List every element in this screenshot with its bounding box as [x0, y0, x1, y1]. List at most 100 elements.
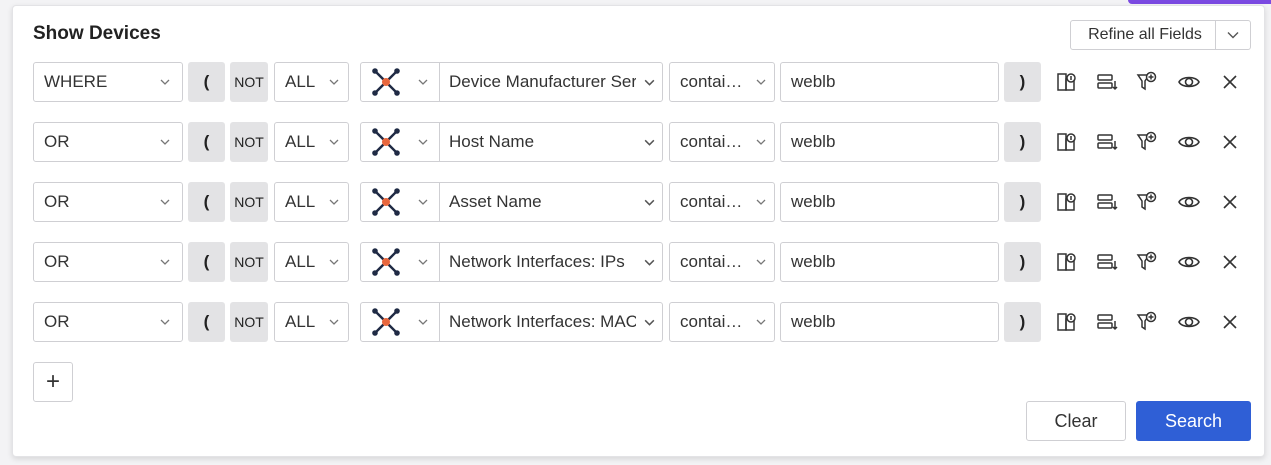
move-rows-icon[interactable]	[1095, 130, 1119, 154]
field-select[interactable]: Network Interfaces: IPs	[440, 243, 662, 281]
logic-operator-select[interactable]: OR	[33, 242, 183, 282]
field-compare-icon[interactable]	[1055, 70, 1079, 94]
move-rows-icon[interactable]	[1095, 70, 1119, 94]
adapter-connector-icon	[361, 306, 411, 338]
scope-select[interactable]: ALL	[274, 122, 349, 162]
remove-close-icon[interactable]	[1218, 70, 1242, 94]
logic-operator-select[interactable]: OR	[33, 122, 183, 162]
field-select-group: Network Interfaces: MAC	[360, 302, 663, 342]
field-select[interactable]: Network Interfaces: MAC	[440, 303, 662, 341]
operator-value: contai…	[680, 252, 743, 271]
value-text: weblb	[791, 192, 836, 211]
logic-operator-value: OR	[44, 252, 70, 271]
operator-select[interactable]: contai…	[669, 242, 775, 282]
scope-value: ALL	[285, 312, 316, 331]
add-filter-icon[interactable]	[1135, 70, 1159, 94]
not-toggle[interactable]: NOT	[230, 242, 268, 282]
refine-all-fields-dropdown[interactable]: Refine all Fields	[1070, 20, 1251, 50]
value-input[interactable]: weblb	[780, 302, 999, 342]
field-compare-icon[interactable]	[1055, 310, 1079, 334]
remove-close-icon[interactable]	[1218, 190, 1242, 214]
scope-select[interactable]: ALL	[274, 242, 349, 282]
value-input[interactable]: weblb	[780, 122, 999, 162]
logic-operator-select[interactable]: OR	[33, 302, 183, 342]
add-filter-icon[interactable]	[1135, 250, 1159, 274]
field-compare-icon[interactable]	[1055, 130, 1079, 154]
search-button[interactable]: Search	[1136, 401, 1251, 441]
preview-eye-icon[interactable]	[1177, 310, 1201, 334]
chevron-down-icon	[1216, 28, 1250, 42]
chevron-down-icon	[148, 256, 182, 268]
logic-operator-value: WHERE	[44, 72, 108, 91]
logic-operator-select[interactable]: WHERE	[33, 62, 183, 102]
chevron-down-icon	[748, 76, 774, 88]
chevron-down-icon	[320, 76, 348, 88]
open-bracket-toggle[interactable]: (	[188, 242, 225, 282]
filter-row: WHERE ( NOT ALL Device Manufacturer Ser …	[33, 62, 1253, 102]
field-select-group: Host Name	[360, 122, 663, 162]
preview-eye-icon[interactable]	[1177, 190, 1201, 214]
scope-select[interactable]: ALL	[274, 62, 349, 102]
adapter-select[interactable]	[361, 123, 440, 161]
field-select[interactable]: Device Manufacturer Ser	[440, 63, 662, 101]
move-rows-icon[interactable]	[1095, 250, 1119, 274]
clear-button[interactable]: Clear	[1026, 401, 1126, 441]
preview-eye-icon[interactable]	[1177, 70, 1201, 94]
top-accent-bar	[1128, 0, 1271, 4]
remove-close-icon[interactable]	[1218, 130, 1242, 154]
add-filter-icon[interactable]	[1135, 310, 1159, 334]
scope-select[interactable]: ALL	[274, 302, 349, 342]
close-bracket-toggle[interactable]: )	[1004, 62, 1041, 102]
open-bracket-toggle[interactable]: (	[188, 122, 225, 162]
adapter-select[interactable]	[361, 243, 440, 281]
operator-select[interactable]: contai…	[669, 122, 775, 162]
operator-select[interactable]: contai…	[669, 62, 775, 102]
field-value: Network Interfaces: MAC	[449, 312, 636, 331]
value-input[interactable]: weblb	[780, 182, 999, 222]
not-toggle[interactable]: NOT	[230, 122, 268, 162]
close-bracket-toggle[interactable]: )	[1004, 302, 1041, 342]
logic-operator-select[interactable]: OR	[33, 182, 183, 222]
chevron-down-icon	[636, 76, 662, 89]
add-filter-row-button[interactable]: +	[33, 362, 73, 402]
adapter-select[interactable]	[361, 63, 440, 101]
operator-select[interactable]: contai…	[669, 182, 775, 222]
remove-close-icon[interactable]	[1218, 250, 1242, 274]
move-rows-icon[interactable]	[1095, 190, 1119, 214]
field-compare-icon[interactable]	[1055, 250, 1079, 274]
chevron-down-icon	[636, 316, 662, 329]
operator-value: contai…	[680, 72, 743, 91]
adapter-connector-icon	[361, 126, 411, 158]
value-input[interactable]: weblb	[780, 242, 999, 282]
operator-value: contai…	[680, 192, 743, 211]
close-bracket-toggle[interactable]: )	[1004, 182, 1041, 222]
add-filter-icon[interactable]	[1135, 190, 1159, 214]
preview-eye-icon[interactable]	[1177, 250, 1201, 274]
logic-operator-value: OR	[44, 192, 70, 211]
operator-select[interactable]: contai…	[669, 302, 775, 342]
adapter-select[interactable]	[361, 183, 440, 221]
adapter-select[interactable]	[361, 303, 440, 341]
field-select[interactable]: Asset Name	[440, 183, 662, 221]
scope-value: ALL	[285, 252, 316, 271]
chevron-down-icon	[748, 316, 774, 328]
open-bracket-toggle[interactable]: (	[188, 302, 225, 342]
field-select[interactable]: Host Name	[440, 123, 662, 161]
chevron-down-icon	[320, 256, 348, 268]
remove-close-icon[interactable]	[1218, 310, 1242, 334]
field-compare-icon[interactable]	[1055, 190, 1079, 214]
not-toggle[interactable]: NOT	[230, 302, 268, 342]
not-toggle[interactable]: NOT	[230, 182, 268, 222]
not-toggle[interactable]: NOT	[230, 62, 268, 102]
move-rows-icon[interactable]	[1095, 310, 1119, 334]
add-filter-icon[interactable]	[1135, 130, 1159, 154]
close-bracket-toggle[interactable]: )	[1004, 242, 1041, 282]
scope-select[interactable]: ALL	[274, 182, 349, 222]
open-bracket-toggle[interactable]: (	[188, 62, 225, 102]
preview-eye-icon[interactable]	[1177, 130, 1201, 154]
chevron-down-icon	[148, 316, 182, 328]
open-bracket-toggle[interactable]: (	[188, 182, 225, 222]
value-input[interactable]: weblb	[780, 62, 999, 102]
close-bracket-toggle[interactable]: )	[1004, 122, 1041, 162]
chevron-down-icon	[411, 196, 435, 208]
